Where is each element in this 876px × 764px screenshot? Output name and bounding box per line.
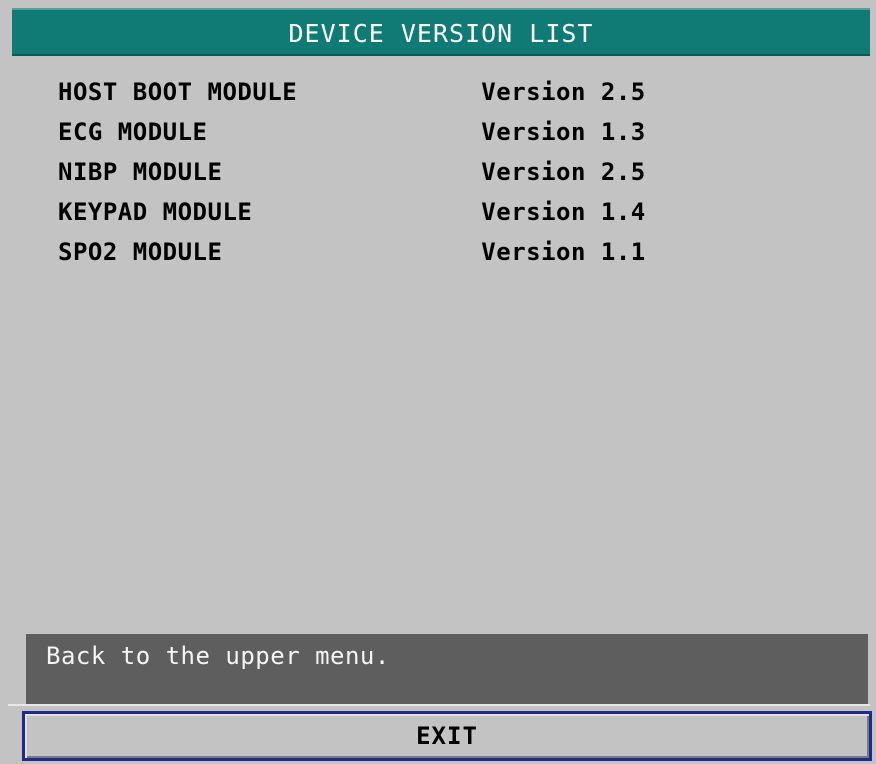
exit-button-label: EXIT bbox=[416, 722, 478, 750]
help-text: Back to the upper menu. bbox=[46, 642, 390, 670]
exit-button[interactable]: EXIT bbox=[22, 711, 872, 761]
list-item: KEYPAD MODULE Version 1.4 bbox=[58, 192, 778, 232]
module-version: Version 2.5 bbox=[481, 78, 646, 106]
list-item: SPO2 MODULE Version 1.1 bbox=[58, 232, 778, 272]
module-version-list: HOST BOOT MODULE Version 2.5 ECG MODULE … bbox=[58, 72, 778, 272]
divider bbox=[8, 704, 870, 706]
list-item: ECG MODULE Version 1.3 bbox=[58, 112, 778, 152]
module-version: Version 1.1 bbox=[481, 238, 646, 266]
title-bar: DEVICE VERSION LIST bbox=[12, 8, 870, 56]
module-version: Version 1.4 bbox=[481, 198, 646, 226]
help-box: Back to the upper menu. bbox=[26, 634, 868, 706]
module-version: Version 1.3 bbox=[481, 118, 646, 146]
device-version-screen: DEVICE VERSION LIST HOST BOOT MODULE Ver… bbox=[0, 0, 876, 764]
module-version: Version 2.5 bbox=[481, 158, 646, 186]
module-name: SPO2 MODULE bbox=[58, 238, 223, 266]
module-name: HOST BOOT MODULE bbox=[58, 78, 298, 106]
list-item: NIBP MODULE Version 2.5 bbox=[58, 152, 778, 192]
list-item: HOST BOOT MODULE Version 2.5 bbox=[58, 72, 778, 112]
module-name: ECG MODULE bbox=[58, 118, 208, 146]
module-name: NIBP MODULE bbox=[58, 158, 223, 186]
page-title: DEVICE VERSION LIST bbox=[288, 18, 594, 48]
module-name: KEYPAD MODULE bbox=[58, 198, 253, 226]
